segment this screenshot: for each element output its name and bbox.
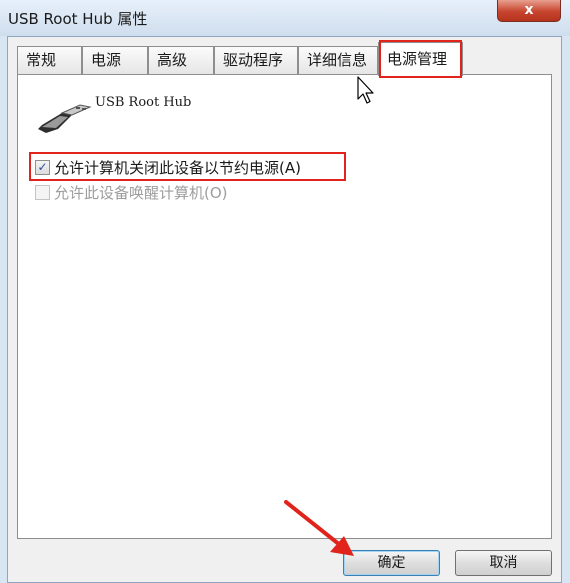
window-title: USB Root Hub 属性 <box>8 10 148 28</box>
tab-highlight-box <box>379 40 462 78</box>
tab-driver[interactable]: 驱动程序 <box>214 46 298 74</box>
tab-advanced[interactable]: 高级 <box>148 46 214 74</box>
option-allow-wake: 允许此设备唤醒计算机(O) <box>35 182 228 202</box>
tab-general[interactable]: 常规 <box>17 46 82 74</box>
device-name: USB Root Hub <box>95 95 192 110</box>
checkbox-allow-wake <box>35 184 50 200</box>
red-arrow-icon <box>284 500 354 556</box>
mouse-cursor-icon <box>357 76 374 104</box>
option-allow-wake-label: 允许此设备唤醒计算机(O) <box>54 183 228 202</box>
usb-plug-icon <box>38 104 92 133</box>
close-button[interactable]: x <box>497 0 561 22</box>
tab-panel <box>17 74 552 539</box>
cancel-button[interactable]: 取消 <box>455 550 552 576</box>
tab-details[interactable]: 详细信息 <box>298 46 378 74</box>
title-bar: USB Root Hub 属性 x <box>0 0 570 36</box>
tab-power[interactable]: 电源 <box>82 46 148 74</box>
option-highlight-box <box>29 152 346 181</box>
